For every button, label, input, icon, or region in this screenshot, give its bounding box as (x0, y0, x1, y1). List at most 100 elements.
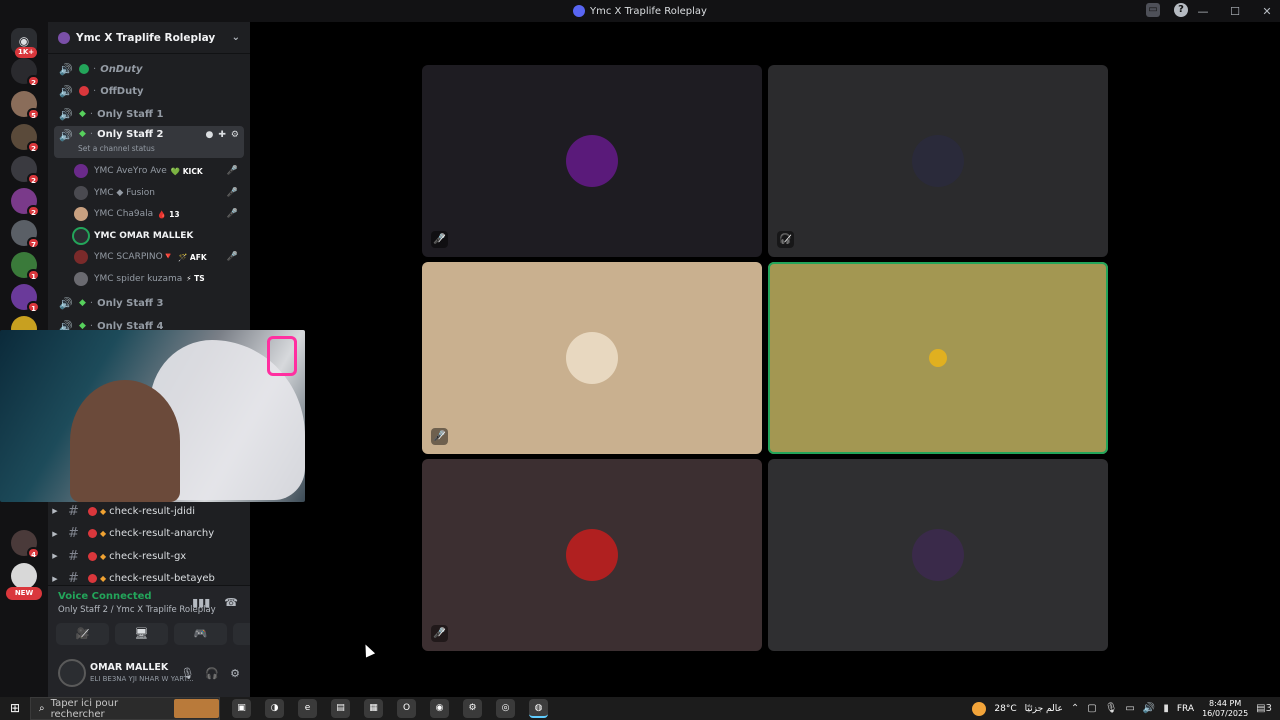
participant-tile[interactable]: 🎤̸ (422, 459, 762, 651)
voice-channel[interactable]: 🔊 ◆ · Only Staff 2 ● ✚ ⚙ Set a channel status (54, 126, 244, 158)
collapse-arrow-icon[interactable]: ▶ (48, 530, 62, 538)
server-icon[interactable]: 2 (11, 156, 40, 185)
participant-tile[interactable] (768, 459, 1108, 651)
obs-icon[interactable]: ◎ (496, 699, 515, 718)
headphones-icon[interactable]: 🎧 (205, 667, 219, 680)
maximize-button[interactable]: ☐ (1228, 5, 1242, 18)
voice-member[interactable]: YMC Cha9ala 🩸 13 🎤 (74, 204, 244, 224)
voice-status[interactable]: Voice Connected (58, 591, 152, 602)
outlook-icon[interactable]: O (397, 699, 416, 718)
avatar (566, 529, 618, 581)
user-name[interactable]: OMAR MALLEK (90, 662, 168, 673)
server-icon[interactable]: 7 (11, 220, 40, 249)
language-indicator[interactable]: FRA (1177, 704, 1194, 714)
collapse-arrow-icon[interactable]: ▶ (48, 552, 62, 560)
channel-status-hint[interactable]: Set a channel status (78, 144, 155, 153)
discord-icon[interactable]: ◉ (430, 699, 449, 718)
task-view-icon[interactable]: ▣ (232, 699, 251, 718)
voice-member[interactable]: YMC AveYro Ave 💚 KICK 🎤 (74, 161, 244, 181)
channel-name: Only Staff 3 (97, 297, 164, 309)
file-explorer-icon[interactable]: ▤ (331, 699, 350, 718)
screen-share-button[interactable]: 🖥 (115, 623, 168, 645)
mention-badge: 4 (27, 547, 40, 559)
notifications-icon[interactable]: ▤3 (1256, 703, 1272, 714)
disconnect-icon[interactable]: ☎ (224, 596, 238, 609)
user-avatar[interactable] (58, 659, 86, 687)
minimize-button[interactable]: — (1196, 5, 1210, 18)
voice-member[interactable]: YMC ◆ Fusion 🎤 (74, 183, 244, 203)
activity-button[interactable]: 🎮 (174, 623, 227, 645)
voice-member[interactable]: YMC SCARPINO🔻 🪄 AFK 🎤 (74, 247, 244, 267)
server-icon[interactable]: 4 (11, 530, 40, 559)
participant-tile[interactable]: 🎤̸ (422, 262, 762, 454)
avatar (912, 529, 964, 581)
chat-icon[interactable]: ● (206, 130, 214, 140)
chevron-up-icon[interactable]: ⌃ (1071, 703, 1079, 714)
weather-temp[interactable]: 28°C (994, 704, 1016, 714)
collapse-arrow-icon[interactable]: ▶ (48, 507, 62, 515)
steam-icon[interactable]: ⚙ (463, 699, 482, 718)
inbox-icon[interactable]: ▭ (1146, 3, 1160, 17)
no-entry-icon (88, 551, 97, 561)
weather-icon[interactable] (972, 701, 987, 716)
edge-icon[interactable]: e (298, 699, 317, 718)
new-badge[interactable]: NEW (6, 587, 42, 600)
chrome-icon[interactable]: ◍ (529, 699, 548, 718)
avatar (74, 207, 88, 221)
server-icon[interactable]: 1 (11, 284, 40, 313)
add-user-icon[interactable]: ✚ (218, 130, 226, 140)
channel-name: OnDuty (100, 63, 143, 75)
speaker-icon: 🔊 (59, 62, 73, 76)
member-prefix: YMC (94, 230, 117, 241)
server-icon[interactable]: 2 (11, 188, 40, 217)
home-button[interactable]: ◉ 1K+ (11, 28, 38, 58)
text-channel[interactable]: ▶ # ◆ check-result-anarchy (48, 523, 250, 545)
hash-icon: # (68, 548, 79, 564)
microphone-icon[interactable]: 🎙 (180, 667, 194, 680)
avatar (912, 135, 964, 187)
microphone-tray-icon[interactable]: 🎙 (1105, 703, 1118, 714)
clock[interactable]: 8:44 PM 16/07/2025 (1202, 699, 1248, 719)
weather-text[interactable]: عالم جزئيًا (1025, 704, 1063, 714)
voice-channel[interactable]: 🔊 ◆ · Only Staff 3 (54, 293, 244, 313)
tray-app-icon[interactable]: ▢ (1087, 703, 1096, 714)
server-icon[interactable]: 1 (11, 252, 40, 281)
voice-channel[interactable]: 🔊 · OffDuty (54, 81, 244, 101)
avatar (566, 135, 618, 187)
gear-icon[interactable]: ⚙ (231, 130, 239, 140)
voice-signal-icon[interactable]: ▮▮▮ (192, 596, 210, 609)
participant-tile[interactable] (768, 262, 1108, 454)
avatar (74, 185, 88, 200)
voice-channel[interactable]: 🔊 · OnDuty (54, 59, 244, 79)
gear-icon[interactable]: ⚙ (230, 667, 240, 680)
collapse-arrow-icon[interactable]: ▶ (48, 575, 62, 583)
server-icon[interactable] (11, 563, 37, 589)
text-channel[interactable]: ▶ # ◆ check-result-gx (48, 545, 250, 567)
guild-header[interactable]: Ymc X Traplife Roleplay ⌄ (48, 22, 250, 54)
participant-tile[interactable]: 🎤̸ (422, 65, 762, 257)
channel-name: OffDuty (100, 85, 144, 97)
member-prefix: YMC (94, 187, 114, 198)
camera-button[interactable]: 🎥̸ (56, 623, 109, 645)
server-icon[interactable]: 2 (11, 58, 40, 87)
close-button[interactable]: ✕ (1260, 5, 1274, 18)
windows-start-icon[interactable]: ⊞ (0, 697, 30, 720)
chevron-down-icon[interactable]: ⌄ (232, 32, 240, 43)
taskbar-search-input[interactable]: ⌕ Taper ici pour rechercher (30, 697, 220, 720)
server-icon[interactable]: 2 (11, 124, 40, 153)
server-icon[interactable]: 5 (11, 91, 40, 120)
voice-member[interactable]: YMC OMAR MALLEK (74, 226, 244, 246)
participant-tile[interactable]: 🎧̸ (768, 65, 1108, 257)
text-channel[interactable]: ▶ # ◆ check-result-jdidi (48, 500, 250, 522)
copilot-icon[interactable]: ◑ (265, 699, 284, 718)
voice-member[interactable]: YMC spider kuzama ⚡ TS (74, 269, 244, 289)
help-icon[interactable]: ? (1174, 3, 1188, 17)
volume-icon[interactable]: 🔊 (1143, 703, 1155, 714)
store-icon[interactable]: ▦ (364, 699, 383, 718)
battery-icon[interactable]: ▮ (1163, 703, 1169, 714)
guild-icon (58, 31, 70, 44)
member-name: ◆ Fusion (116, 187, 155, 198)
network-icon[interactable]: ▭ (1125, 703, 1134, 714)
voice-channel[interactable]: 🔊 ◆ · Only Staff 1 (54, 104, 244, 124)
member-prefix: YMC (94, 209, 114, 219)
